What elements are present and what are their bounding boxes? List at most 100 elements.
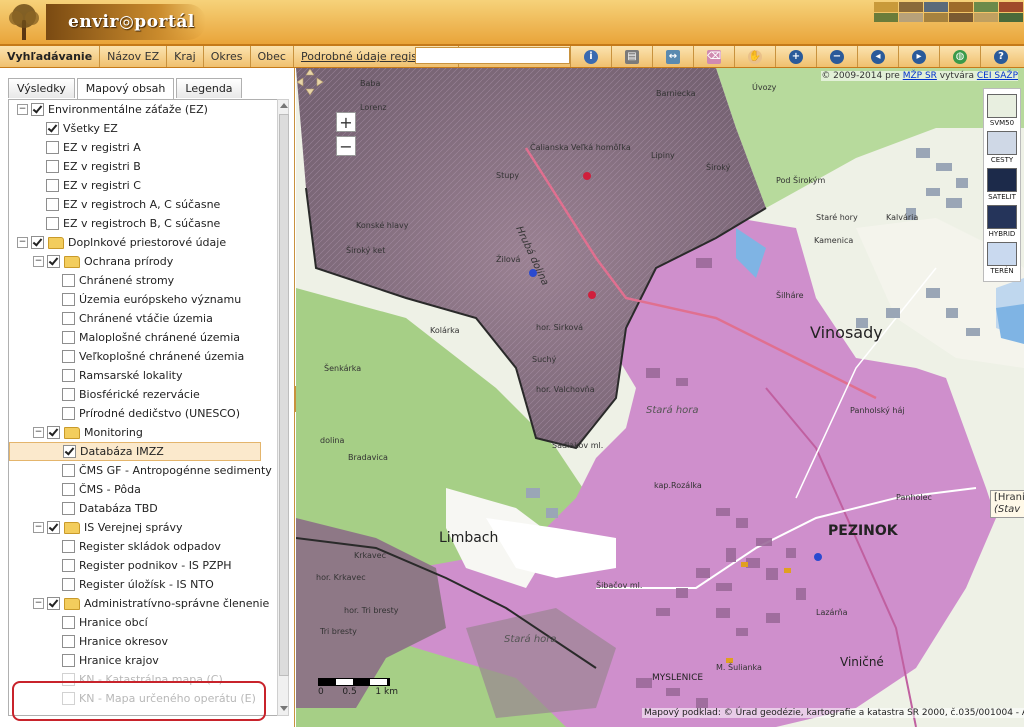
zoom-next-button[interactable]: ▸ [898, 46, 939, 67]
layer-checkbox[interactable] [62, 464, 75, 477]
tab-legenda[interactable]: Legenda [176, 78, 242, 98]
layer-checkbox[interactable] [62, 312, 75, 325]
map-zoom-in-button[interactable]: + [336, 112, 356, 132]
layer-checkbox[interactable] [62, 350, 75, 363]
layer-tree-item[interactable]: EZ v registri A [9, 138, 261, 157]
scroll-down-icon[interactable] [280, 706, 288, 711]
register-marker[interactable] [741, 562, 748, 567]
layer-checkbox[interactable] [46, 122, 59, 135]
zoom-in-button[interactable]: + [775, 46, 816, 67]
layer-checkbox[interactable] [47, 255, 60, 268]
scroll-up-icon[interactable] [280, 103, 288, 108]
layer-tree-item[interactable]: Hranice obcí [9, 613, 261, 632]
collapse-toggle-icon[interactable]: − [33, 598, 44, 609]
layer-tree-item[interactable]: − Administratívno-správne členenie [9, 594, 269, 613]
layer-checkbox[interactable] [62, 293, 75, 306]
layer-checkbox[interactable] [46, 179, 59, 192]
monitoring-marker[interactable] [814, 553, 822, 561]
layer-checkbox[interactable] [46, 198, 59, 211]
layer-tree-item[interactable]: Hranice okresov [9, 632, 261, 651]
layer-checkbox[interactable] [62, 274, 75, 287]
layer-tree-item[interactable]: − Doplnkové priestorové údaje [9, 233, 261, 252]
layer-tree-item[interactable]: Chránené vtáčie územia [9, 309, 261, 328]
layer-checkbox[interactable] [47, 597, 60, 610]
print-button[interactable]: ▤ [611, 46, 652, 67]
cei-sazp-link[interactable]: CEI SAŽP [977, 71, 1018, 81]
basemap-option[interactable]: SVM50 [987, 94, 1017, 128]
layer-checkbox[interactable] [62, 369, 75, 382]
tab-vysledky[interactable]: Výsledky [8, 78, 75, 98]
tab-mapovy-obsah[interactable]: Mapový obsah [76, 78, 175, 99]
layer-tree-item[interactable]: Ramsarské lokality [9, 366, 261, 385]
collapse-toggle-icon[interactable]: − [33, 522, 44, 533]
layer-tree-item[interactable]: Register úložísk - IS NTO [9, 575, 261, 594]
layer-tree-item[interactable]: ČMS - Pôda [9, 480, 261, 499]
basemap-option[interactable]: HYBRID [987, 205, 1017, 239]
layer-tree-item[interactable]: − Environmentálne záťaže (EZ) [9, 100, 261, 119]
layer-checkbox[interactable] [62, 483, 75, 496]
mzp-sr-link[interactable]: MŽP SR [903, 71, 937, 81]
tree-scrollbar[interactable] [277, 99, 289, 716]
nav-okres[interactable]: Okres [204, 46, 251, 67]
help-button[interactable]: ? [980, 46, 1021, 67]
layer-tree-item[interactable]: Register skládok odpadov [9, 537, 261, 556]
nav-nazov-ez[interactable]: Názov EZ [100, 46, 168, 67]
full-extent-button[interactable]: ◍ [939, 46, 980, 67]
register-marker[interactable] [784, 568, 791, 573]
scroll-thumb[interactable] [279, 114, 289, 676]
layer-tree-item[interactable]: Hranice krajov [9, 651, 261, 670]
layer-checkbox[interactable] [62, 578, 75, 591]
layer-checkbox[interactable] [63, 445, 76, 458]
nav-obec[interactable]: Obec [251, 46, 294, 67]
layer-tree-item[interactable]: Databáza TBD [9, 499, 261, 518]
layer-checkbox[interactable] [62, 559, 75, 572]
layer-checkbox[interactable] [46, 217, 59, 230]
layer-checkbox[interactable] [62, 540, 75, 553]
layer-checkbox[interactable] [62, 616, 75, 629]
collapse-toggle-icon[interactable]: − [33, 256, 44, 267]
layer-tree-item[interactable]: Územia európskeho významu [9, 290, 261, 309]
layer-tree-item[interactable]: Chránené stromy [9, 271, 261, 290]
layer-tree-item[interactable]: − Monitoring [9, 423, 261, 442]
layer-tree-item[interactable]: Register podnikov - IS PZPH [9, 556, 261, 575]
measure-button[interactable]: ↔ [652, 46, 693, 67]
pan-button[interactable]: ✋ [734, 46, 775, 67]
layer-checkbox[interactable] [47, 521, 60, 534]
layer-tree-item[interactable]: Všetky EZ [9, 119, 261, 138]
nav-kraj[interactable]: Kraj [167, 46, 204, 67]
layer-tree-item[interactable]: Prírodné dedičstvo (UNESCO) [9, 404, 261, 423]
layer-tree-item[interactable]: ČMS GF - Antropogénne sedimenty [9, 461, 272, 480]
layer-checkbox[interactable] [62, 407, 75, 420]
layer-tree-item[interactable]: EZ v registri C [9, 176, 261, 195]
layer-tree-item[interactable]: EZ v registri B [9, 157, 261, 176]
layer-tree-item[interactable]: Maloplošné chránené územia [9, 328, 261, 347]
layer-tree-item[interactable]: − Ochrana prírody [9, 252, 261, 271]
layer-tree-item[interactable]: Biosférické rezervácie [9, 385, 261, 404]
boundary-info-popup[interactable]: [Hrani (Stav [990, 490, 1024, 518]
layer-checkbox[interactable] [62, 654, 75, 667]
layer-tree-item[interactable]: − IS Verejnej správy [9, 518, 261, 537]
collapse-toggle-icon[interactable]: − [33, 427, 44, 438]
layer-checkbox[interactable] [31, 103, 44, 116]
nav-vyhladavanie[interactable]: Vyhľadávanie [0, 46, 101, 67]
layer-tree-item[interactable]: Veľkoplošné chránené územia [9, 347, 261, 366]
portal-logo[interactable]: envir◎portál [46, 4, 206, 40]
layer-checkbox[interactable] [62, 635, 75, 648]
basemap-option[interactable]: CESTY [987, 131, 1017, 165]
ez-marker[interactable] [583, 172, 591, 180]
zoom-out-button[interactable]: − [816, 46, 857, 67]
eraser-button[interactable]: ⌫ [693, 46, 734, 67]
collapse-toggle-icon[interactable]: − [17, 104, 28, 115]
ez-marker[interactable] [588, 291, 596, 299]
layer-checkbox[interactable] [62, 388, 75, 401]
map-zoom-out-button[interactable]: − [336, 136, 356, 156]
layer-checkbox[interactable] [62, 331, 75, 344]
map-canvas[interactable]: Čalianska Veľká homôľka Barniecka Úvozy … [296, 68, 1024, 727]
layer-tree-item[interactable]: EZ v registroch A, C súčasne [9, 195, 261, 214]
layer-tree-item[interactable]: Databáza IMZZ [9, 442, 261, 461]
collapse-toggle-icon[interactable]: − [17, 237, 28, 248]
info-button[interactable]: i [570, 46, 611, 67]
map-view[interactable]: Čalianska Veľká homôľka Barniecka Úvozy … [296, 68, 1024, 727]
zoom-prev-button[interactable]: ◂ [857, 46, 898, 67]
basemap-option[interactable]: TERÉN [987, 242, 1017, 276]
